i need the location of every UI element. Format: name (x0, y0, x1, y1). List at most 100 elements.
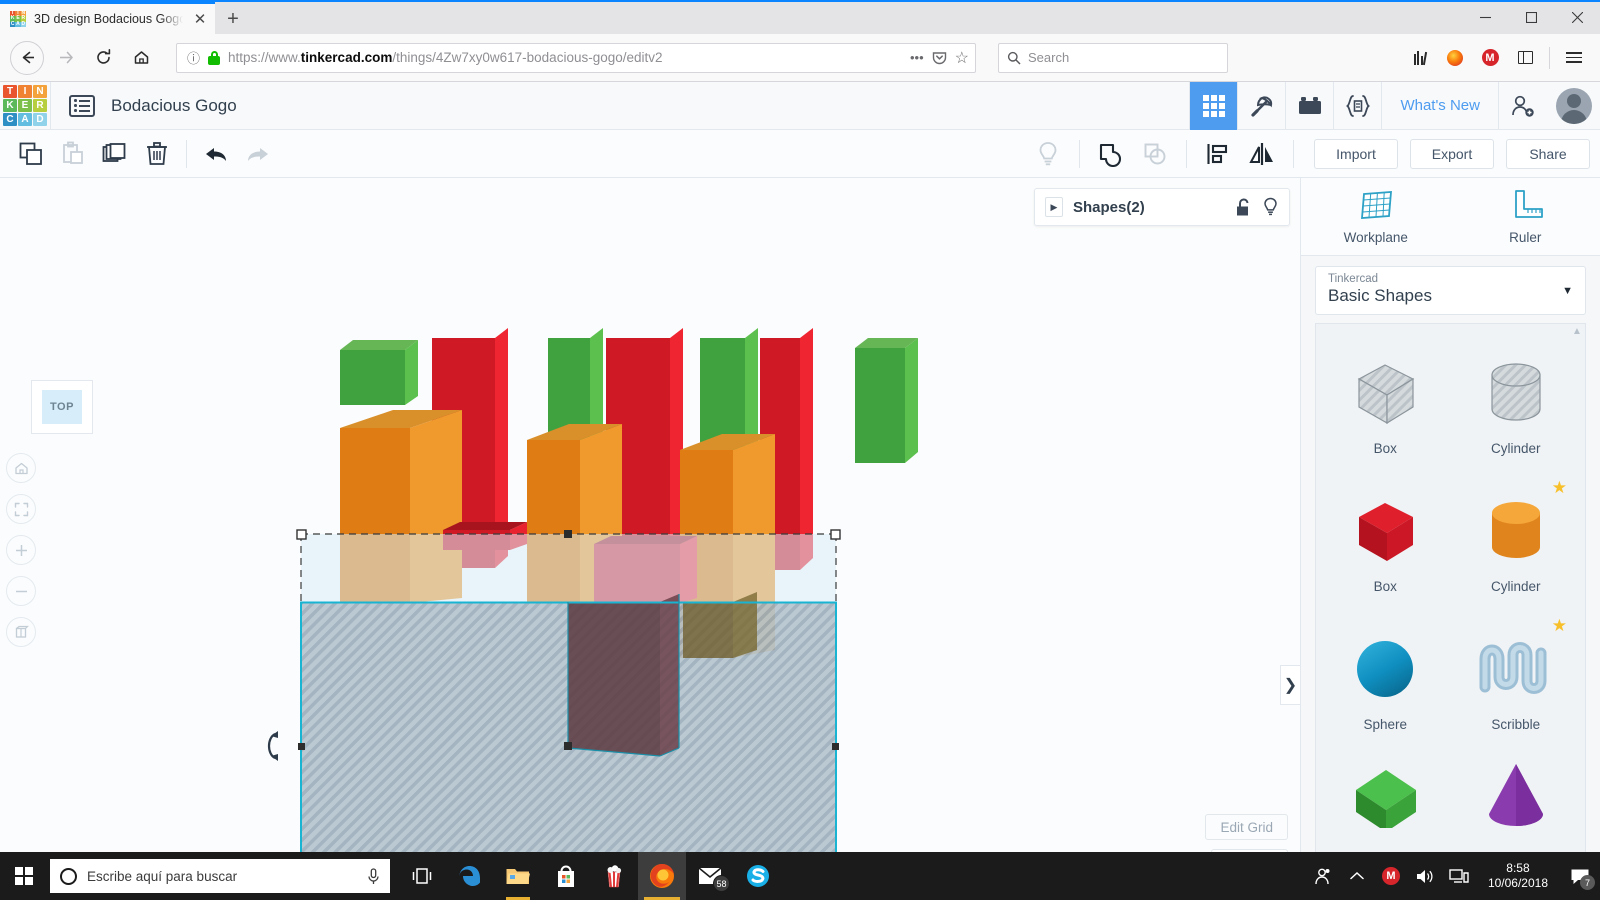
shape-item-scribble[interactable]: ★ Scribble (1451, 610, 1582, 748)
menu-icon[interactable] (1558, 42, 1590, 74)
avatar[interactable] (1556, 87, 1592, 124)
main-area: TOP ▶ Shapes(2) Edit Grid ❯ Workplane Ru… (0, 178, 1600, 887)
window-minimize-button[interactable] (1462, 0, 1508, 34)
view-cube[interactable]: TOP (31, 380, 93, 434)
shape-item-box-hole[interactable]: Box (1320, 334, 1451, 472)
shapes-panel-expand-icon[interactable]: ▶ (1045, 197, 1063, 217)
shape-grid-scrollbar[interactable]: ▲ ▼ (1571, 324, 1583, 887)
scribble-icon (1473, 627, 1559, 711)
design-name[interactable]: Bodacious Gogo (111, 96, 237, 116)
brick-icon[interactable] (1285, 81, 1333, 130)
editor-toolbar: Import Export Share (0, 130, 1600, 178)
3d-canvas[interactable]: TOP ▶ Shapes(2) Edit Grid ❯ (0, 178, 1300, 887)
rotate-handle-icon[interactable] (262, 730, 284, 768)
copy-icon[interactable] (10, 133, 52, 175)
firefox-icon[interactable] (638, 852, 686, 900)
file-explorer-icon[interactable] (494, 852, 542, 900)
mail-icon[interactable]: 58 (686, 852, 734, 900)
fit-all-button[interactable] (6, 494, 36, 524)
hole-cylinder-icon (1476, 351, 1556, 435)
browser-search-bar[interactable]: Search (998, 42, 1228, 73)
canvas-scene[interactable] (0, 178, 1300, 887)
window-maximize-button[interactable] (1508, 0, 1554, 34)
library-icon[interactable] (1404, 42, 1436, 74)
skype-icon[interactable] (734, 852, 782, 900)
chevron-down-icon[interactable]: ▼ (1562, 285, 1573, 297)
export-button[interactable]: Export (1410, 138, 1494, 169)
browser-tab[interactable]: T I N K E R C A D 3D design Bodacious Go… (0, 2, 215, 34)
zoom-in-button[interactable] (6, 535, 36, 565)
back-button[interactable] (10, 40, 44, 75)
unlock-icon[interactable] (1235, 198, 1252, 217)
duplicate-icon[interactable] (94, 133, 136, 175)
sidebar-item-workplane[interactable]: Workplane (1301, 178, 1451, 255)
home-button[interactable] (124, 41, 158, 75)
align-icon[interactable] (1197, 133, 1239, 175)
page-info-icon[interactable]: ⓘ (187, 48, 200, 67)
windows-start-icon[interactable] (0, 852, 48, 900)
app-header-right: What's New (1189, 81, 1600, 130)
reload-button[interactable] (86, 41, 120, 75)
window-close-button[interactable] (1554, 0, 1600, 34)
tab-close-icon[interactable]: ✕ (191, 10, 209, 28)
popcorn-time-icon[interactable] (590, 852, 638, 900)
tinkercad-logo[interactable]: T I N K E R C A D (2, 84, 48, 128)
resize-handle (296, 529, 307, 540)
height-handle (564, 530, 572, 538)
collapse-sidebar-button[interactable]: ❯ (1280, 665, 1300, 705)
shape-item-sphere[interactable]: Sphere (1320, 610, 1451, 748)
shapes-panel[interactable]: ▶ Shapes(2) (1034, 188, 1290, 226)
logo-letter: E (18, 98, 32, 113)
pickaxe-icon[interactable] (1237, 81, 1285, 130)
shape-item-wedge[interactable] (1320, 748, 1451, 838)
firefox-account-icon[interactable] (1439, 42, 1471, 74)
notifications-button[interactable]: 7 (1560, 852, 1600, 900)
shape-library-selector[interactable]: Tinkercad Basic Shapes ▼ (1315, 266, 1586, 315)
gmail-icon[interactable]: M (1474, 42, 1506, 74)
share-button[interactable]: Share (1506, 138, 1590, 169)
pocket-icon[interactable] (932, 50, 947, 65)
new-tab-button[interactable]: + (215, 4, 251, 34)
home-view-button[interactable] (6, 453, 36, 483)
taskbar-clock[interactable]: 8:58 10/06/2018 (1476, 852, 1560, 900)
volume-icon[interactable] (1408, 852, 1442, 900)
sidebar-icon[interactable] (1509, 42, 1541, 74)
people-icon[interactable] (1306, 852, 1340, 900)
shape-grid-wrap[interactable]: Box Cylinder Box ★ Cylinder Sphere ★ Scr… (1315, 323, 1586, 887)
taskbar-search-input[interactable]: Escribe aquí para buscar (50, 859, 390, 893)
delete-icon[interactable] (136, 133, 178, 175)
view-cube-top-face[interactable]: TOP (42, 390, 82, 424)
group-icon[interactable] (1090, 133, 1132, 175)
edge-icon[interactable] (446, 852, 494, 900)
block-green-1 (340, 340, 418, 405)
shape-item-cone[interactable] (1451, 748, 1582, 838)
zoom-out-button[interactable] (6, 576, 36, 606)
edit-grid-button[interactable]: Edit Grid (1205, 814, 1288, 840)
bookmark-star-icon[interactable]: ☆ (955, 48, 969, 68)
import-button[interactable]: Import (1314, 138, 1398, 169)
network-icon[interactable] (1442, 852, 1476, 900)
codeblocks-icon[interactable] (1333, 81, 1381, 130)
mirror-icon[interactable] (1241, 133, 1283, 175)
shapes-panel-title: Shapes(2) (1073, 198, 1145, 216)
designs-list-icon[interactable] (69, 94, 95, 117)
show-hidden-icons-icon[interactable] (1340, 852, 1374, 900)
wedge-icon (1340, 748, 1430, 828)
grid-icon[interactable] (1189, 81, 1238, 130)
address-bar[interactable]: ⓘ https://www.tinkercad.com/things/4Zw7x… (176, 42, 976, 73)
undo-icon[interactable] (195, 133, 237, 175)
lightbulb-icon[interactable] (1262, 197, 1279, 217)
shape-item-box[interactable]: Box (1320, 472, 1451, 610)
ortho-perspective-button[interactable] (6, 617, 36, 647)
page-actions-icon[interactable]: ••• (910, 50, 924, 65)
scroll-up-icon[interactable]: ▲ (1572, 326, 1582, 337)
microsoft-store-icon[interactable] (542, 852, 590, 900)
task-view-icon[interactable] (398, 852, 446, 900)
sidebar-item-ruler[interactable]: Ruler (1451, 178, 1600, 255)
add-person-icon[interactable] (1498, 81, 1546, 130)
toolbar-divider (1549, 46, 1550, 69)
shape-item-cylinder[interactable]: ★ Cylinder (1451, 472, 1582, 610)
whats-new-link[interactable]: What's New (1381, 81, 1498, 130)
shape-item-cylinder-hole[interactable]: Cylinder (1451, 334, 1582, 472)
malwarebytes-icon[interactable]: M (1374, 852, 1408, 900)
